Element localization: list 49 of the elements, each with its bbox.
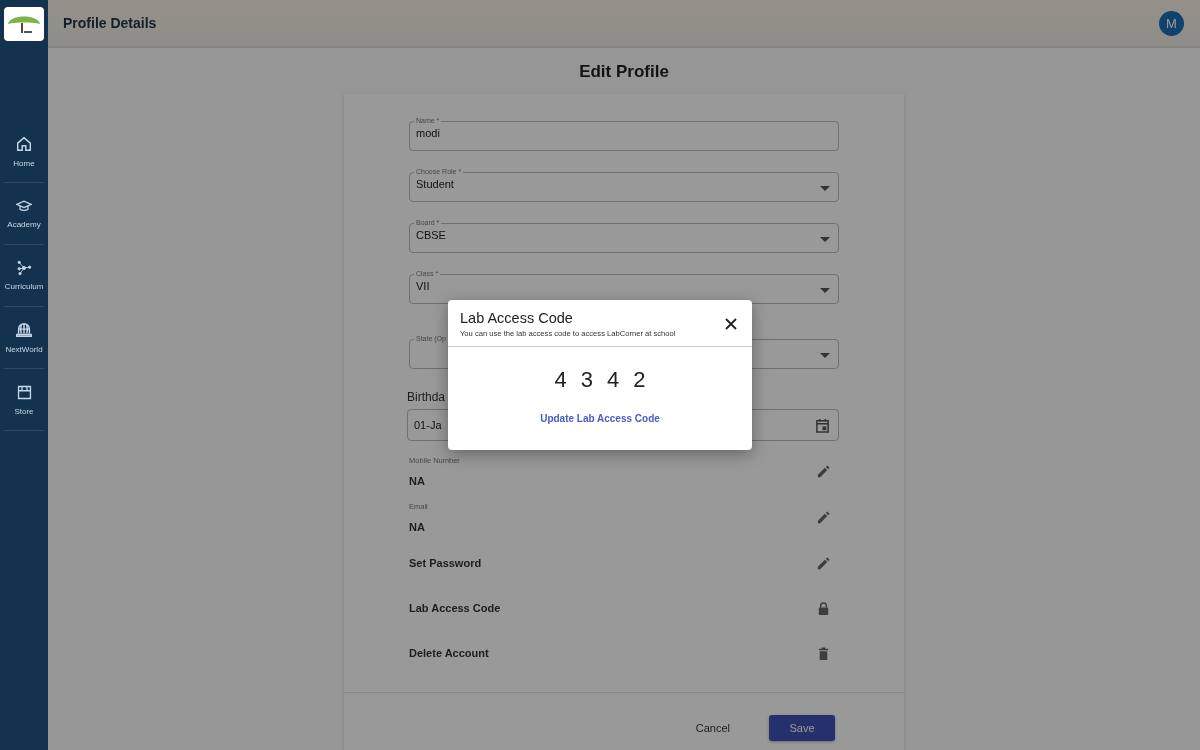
row-value: NA [409,475,426,487]
update-code-link[interactable]: Update Lab Access Code [540,413,660,424]
lock-icon[interactable] [816,600,831,616]
close-icon[interactable] [725,318,737,330]
field-value: CBSE [416,228,446,242]
nav-label: Curriculum [4,282,44,291]
nav-label: Academy [7,220,41,229]
save-button[interactable]: Save [769,715,835,741]
code-digit: 2 [633,367,646,393]
field-label: Birthda [407,390,447,404]
nav-item[interactable]: Home [4,121,44,183]
nav-item[interactable]: Store [4,369,44,431]
calendar-icon [815,417,830,433]
row-value: Set Password [409,557,482,569]
field-value: VII [416,279,430,293]
store-icon [15,383,33,401]
nav-label: NextWorld [5,345,43,354]
pencil-icon[interactable] [816,510,831,525]
code-digit: 3 [580,367,593,393]
nav-label: Store [14,406,34,416]
caret-icon [820,237,830,242]
nav-item[interactable]: Curriculum [4,245,44,307]
nav-label: Home [13,159,35,168]
caret-icon [820,288,830,293]
code-digit: 4 [607,367,620,393]
code-digit: 4 [554,367,567,393]
row-value: Lab Access Code [409,602,501,614]
field-value: 01-Ja [414,418,442,432]
cancel-button[interactable]: Cancel [689,721,736,735]
field-value: modi [416,126,440,140]
logo[interactable] [4,7,44,41]
network-icon [16,260,32,276]
page-title: Profile Details [63,15,157,31]
form-title: Edit Profile [579,62,669,82]
globe-laptop-icon [15,321,33,339]
dialog-title: Lab Access Code [460,310,574,326]
row-value: NA [409,521,426,533]
caret-icon [820,353,830,358]
field-value: Student [416,177,454,191]
graduation-cap-icon [16,198,32,214]
trash-icon[interactable] [816,645,831,661]
nav-item[interactable]: NextWorld [4,307,44,369]
pencil-icon[interactable] [816,555,831,571]
home-icon [15,135,33,153]
pencil-icon[interactable] [816,464,831,479]
nav-item[interactable]: Academy [4,183,44,245]
row-value: Delete Account [409,647,489,659]
caret-icon [820,186,830,191]
avatar[interactable]: M [1159,10,1184,36]
